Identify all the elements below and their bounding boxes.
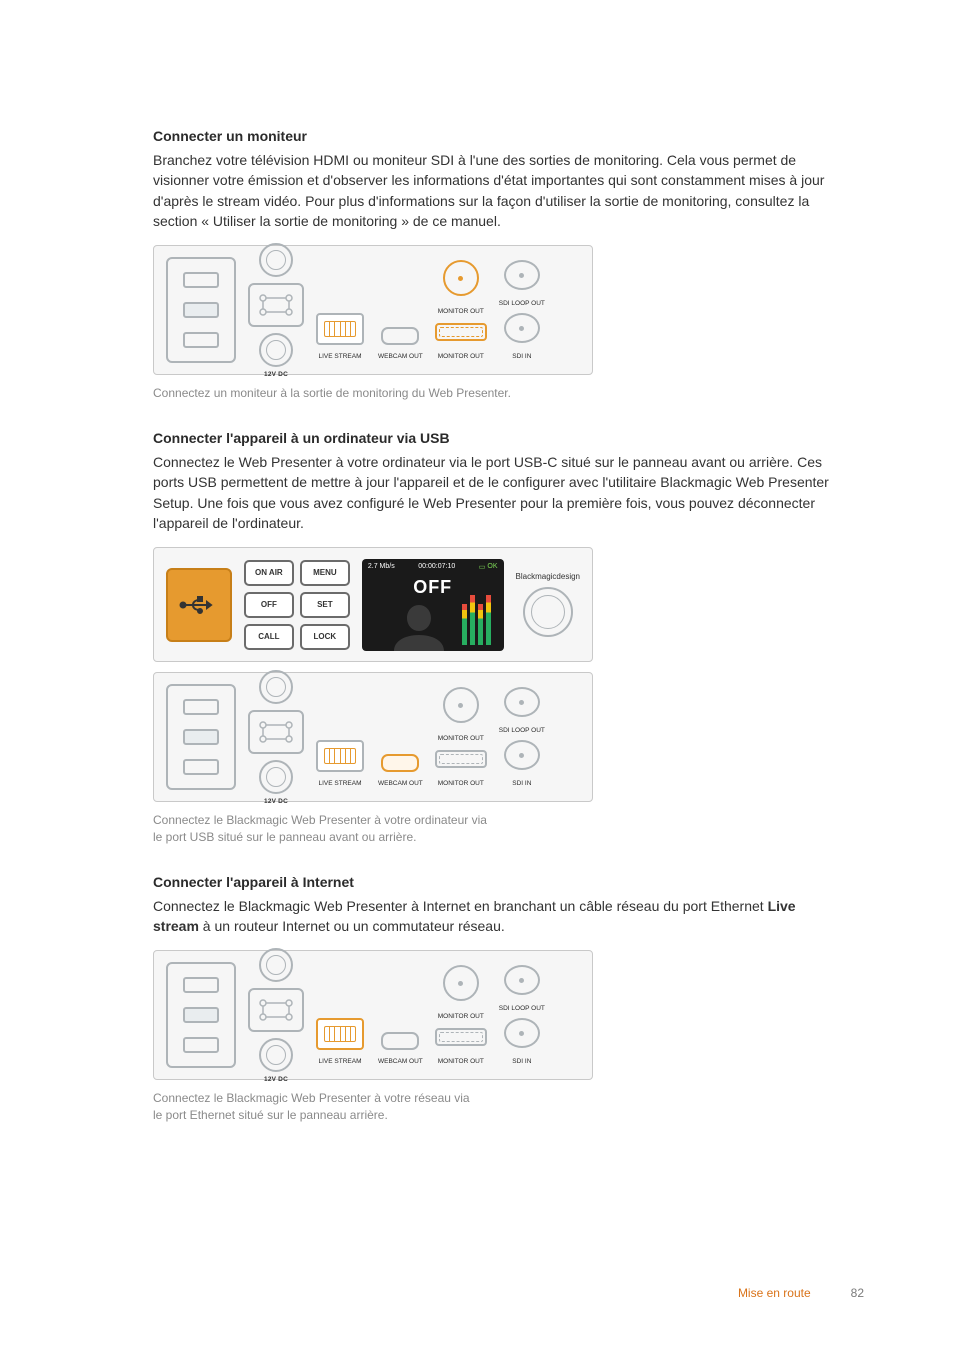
power-socket-3 [166, 962, 236, 1068]
onair-button[interactable]: ON AIR [244, 560, 294, 586]
caption-monitor: Connectez un moniteur à la sortie de mon… [153, 385, 834, 402]
screen-timecode: 00:00:07:10 [418, 563, 455, 571]
figure-backpanel-usb: 12V DC LIVE STREAM WEBCAM OUT MONITOR OU… [153, 672, 593, 802]
page-footer: Mise en route 82 [738, 1286, 864, 1300]
rotary-knob-icon[interactable] [523, 587, 573, 637]
bnc-sdi-in-icon-2 [504, 740, 540, 770]
heading-internet: Connecter l'appareil à Internet [153, 874, 834, 890]
label-12vdc-3: 12V DC [264, 1076, 288, 1083]
para-usb: Connectez le Web Presenter à votre ordin… [153, 452, 834, 533]
label-12vdc: 12V DC [264, 371, 288, 378]
screen-status-ok: ▭ OK [479, 563, 498, 571]
button-grid: ON AIR MENU OFF SET CALL LOCK [244, 560, 350, 650]
hdmi-monitor-out-icon-3 [435, 1028, 487, 1046]
label-sdi-in-2: SDI IN [512, 780, 531, 787]
label-monitor-out-2: MONITOR OUT [438, 353, 484, 360]
usbc-port-icon-hl [381, 754, 419, 772]
set-button[interactable]: SET [300, 592, 350, 618]
label-webcam: WEBCAM OUT [378, 353, 423, 360]
bnc-monitor-out-icon [443, 260, 479, 296]
power-socket-2 [166, 684, 236, 790]
label-sdi-loop-2: SDI LOOP OUT [499, 727, 545, 734]
usbc-port-icon-3 [381, 1032, 419, 1050]
bnc-sdi-in-icon [504, 313, 540, 343]
call-button[interactable]: CALL [244, 624, 294, 650]
label-monitor-out: MONITOR OUT [438, 308, 484, 315]
off-button[interactable]: OFF [244, 592, 294, 618]
footer-page-number: 82 [851, 1286, 864, 1300]
label-webcam-3: WEBCAM OUT [378, 1058, 423, 1065]
label-livestream-3: LIVE STREAM [319, 1058, 362, 1065]
screen-rate: 2.7 Mb/s [368, 563, 395, 571]
bnc-sdi-loop-icon-2 [504, 687, 540, 717]
bnc-sdi-loop-icon-3 [504, 965, 540, 995]
fan-icon-2 [259, 670, 293, 704]
para-monitor: Branchez votre télévision HDMI ou monite… [153, 150, 834, 231]
pin-diagram-icon [248, 283, 304, 327]
bnc-sdi-loop-icon [504, 260, 540, 290]
label-sdi-in: SDI IN [512, 353, 531, 360]
bnc-sdi-in-icon-3 [504, 1018, 540, 1048]
audio-meter-icon [462, 587, 498, 645]
hdmi-monitor-out-icon [435, 323, 487, 341]
pin-diagram-icon-2 [248, 710, 304, 754]
figure-backpanel-ethernet: 12V DC LIVE STREAM WEBCAM OUT MONITOR OU… [153, 950, 593, 1080]
heading-usb: Connecter l'appareil à un ordinateur via… [153, 430, 834, 446]
silhouette-icon [384, 605, 454, 651]
label-monitor-out-3: MONITOR OUT [438, 735, 484, 742]
usb-front-port-icon [166, 568, 232, 642]
label-webcam-2: WEBCAM OUT [378, 780, 423, 787]
dc-jack-icon-3 [259, 1038, 293, 1072]
label-livestream: LIVE STREAM [319, 353, 362, 360]
figure-backpanel-monitor: 12V DC LIVE STREAM WEBCAM OUT MONITOR OU… [153, 245, 593, 375]
footer-section: Mise en route [738, 1286, 811, 1300]
brand-logo-text: Blackmagicdesign [516, 572, 580, 581]
label-livestream-2: LIVE STREAM [319, 780, 362, 787]
fan-icon [259, 243, 293, 277]
ethernet-port-icon-2 [316, 740, 364, 772]
ethernet-port-icon [316, 313, 364, 345]
label-monitor-out-6: MONITOR OUT [438, 1058, 484, 1065]
bnc-monitor-out-icon-2 [443, 687, 479, 723]
lock-button[interactable]: LOCK [300, 624, 350, 650]
power-socket [166, 257, 236, 363]
label-sdi-loop-3: SDI LOOP OUT [499, 1005, 545, 1012]
para-internet: Connectez le Blackmagic Web Presenter à … [153, 896, 834, 937]
figure-frontpanel-usb: ON AIR MENU OFF SET CALL LOCK 2.7 Mb/s 0… [153, 547, 593, 662]
hdmi-monitor-out-icon-2 [435, 750, 487, 768]
caption-internet: Connectez le Blackmagic Web Presenter à … [153, 1090, 834, 1124]
dc-jack-icon [259, 333, 293, 367]
caption-usb: Connectez le Blackmagic Web Presenter à … [153, 812, 834, 846]
ethernet-port-icon-hl [316, 1018, 364, 1050]
usbc-port-icon [381, 327, 419, 345]
label-monitor-out-5: MONITOR OUT [438, 1013, 484, 1020]
label-sdi-loop: SDI LOOP OUT [499, 300, 545, 307]
label-monitor-out-4: MONITOR OUT [438, 780, 484, 787]
dc-jack-icon-2 [259, 760, 293, 794]
lcd-screen: 2.7 Mb/s 00:00:07:10 ▭ OK OFF [362, 559, 504, 651]
menu-button[interactable]: MENU [300, 560, 350, 586]
label-12vdc-2: 12V DC [264, 798, 288, 805]
pin-diagram-icon-3 [248, 988, 304, 1032]
fan-icon-3 [259, 948, 293, 982]
bnc-monitor-out-icon-3 [443, 965, 479, 1001]
label-sdi-in-3: SDI IN [512, 1058, 531, 1065]
heading-monitor: Connecter un moniteur [153, 128, 834, 144]
